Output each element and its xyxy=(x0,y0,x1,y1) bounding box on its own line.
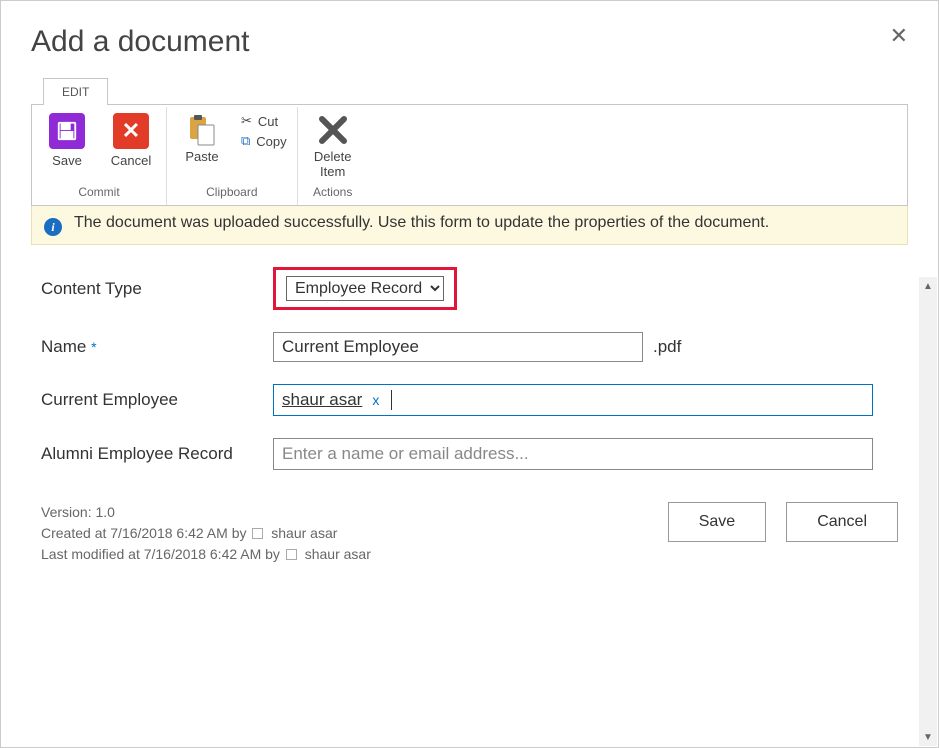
meta-created: Created at 7/16/2018 6:42 AM by shaur as… xyxy=(41,523,371,544)
copy-label: Copy xyxy=(256,134,286,149)
meta-modified-user: shaur asar xyxy=(305,546,371,562)
dialog-container: ✕ Add a document EDIT Save ✕ Cancel Comm… xyxy=(1,1,938,595)
people-tag: shaur asar xyxy=(282,390,362,410)
notification-text: The document was uploaded successfully. … xyxy=(74,214,769,232)
info-icon: i xyxy=(44,218,62,236)
required-asterisk: * xyxy=(91,339,96,355)
save-button[interactable]: Save xyxy=(42,113,92,168)
meta-version: Version: 1.0 xyxy=(41,502,371,523)
close-button[interactable]: ✕ xyxy=(890,23,908,49)
copy-button[interactable]: ⧉ Copy xyxy=(241,133,287,149)
footer-buttons: Save Cancel xyxy=(668,502,898,542)
user-presence-icon xyxy=(252,528,263,539)
cut-icon: ✂ xyxy=(241,113,252,129)
form-area: Content Type Employee Record Name * .pdf… xyxy=(31,245,908,502)
name-extension: .pdf xyxy=(653,337,681,357)
tab-edit[interactable]: EDIT xyxy=(43,78,108,105)
group-label-commit: Commit xyxy=(42,181,156,203)
label-current-employee: Current Employee xyxy=(41,390,273,410)
label-name: Name * xyxy=(41,337,273,357)
cancel-button[interactable]: ✕ Cancel xyxy=(106,113,156,168)
footer-save-button[interactable]: Save xyxy=(668,502,766,542)
delete-label-1: Delete xyxy=(314,149,352,164)
scroll-up-icon[interactable]: ▲ xyxy=(919,277,937,295)
paste-button[interactable]: Paste xyxy=(177,113,227,164)
meta-modified-prefix: Last modified at 7/16/2018 6:42 AM by xyxy=(41,546,280,562)
group-label-clipboard: Clipboard xyxy=(177,181,287,203)
label-alumni: Alumni Employee Record xyxy=(41,444,273,464)
user-presence-icon xyxy=(286,549,297,560)
ribbon-group-actions: Delete Item Actions xyxy=(298,107,368,205)
alumni-input[interactable]: Enter a name or email address... xyxy=(273,438,873,470)
label-content-type: Content Type xyxy=(41,279,273,299)
paste-label: Paste xyxy=(185,149,218,164)
dialog-title: Add a document xyxy=(31,25,908,59)
footer-cancel-button[interactable]: Cancel xyxy=(786,502,898,542)
row-content-type: Content Type Employee Record xyxy=(41,267,898,310)
group-label-actions: Actions xyxy=(308,181,358,203)
cancel-label: Cancel xyxy=(111,153,151,168)
alumni-placeholder: Enter a name or email address... xyxy=(282,444,529,464)
footer: Version: 1.0 Created at 7/16/2018 6:42 A… xyxy=(31,502,908,575)
delete-label-2: Item xyxy=(320,164,345,179)
content-type-select[interactable]: Employee Record xyxy=(286,276,444,301)
label-name-text: Name xyxy=(41,337,86,356)
copy-icon: ⧉ xyxy=(241,133,250,149)
meta-modified: Last modified at 7/16/2018 6:42 AM by sh… xyxy=(41,544,371,565)
cancel-icon: ✕ xyxy=(113,113,149,149)
delete-item-button[interactable]: Delete Item xyxy=(308,113,358,179)
current-employee-input[interactable]: shaur asar x xyxy=(273,384,873,416)
row-current-employee: Current Employee shaur asar x xyxy=(41,384,898,416)
row-name: Name * .pdf xyxy=(41,332,898,362)
ribbon-group-commit: Save ✕ Cancel Commit xyxy=(32,107,167,205)
save-label: Save xyxy=(52,153,82,168)
ribbon-group-clipboard: Paste ✂ Cut ⧉ Copy Clipboard xyxy=(167,107,298,205)
people-tag-remove[interactable]: x xyxy=(372,392,379,408)
row-alumni: Alumni Employee Record Enter a name or e… xyxy=(41,438,898,470)
ribbon-body: Save ✕ Cancel Commit Paste xyxy=(31,104,908,206)
cut-button[interactable]: ✂ Cut xyxy=(241,113,287,129)
notification-bar: i The document was uploaded successfully… xyxy=(31,205,908,245)
scroll-down-icon[interactable]: ▼ xyxy=(919,728,937,746)
name-input[interactable] xyxy=(273,332,643,362)
ribbon-tabs: EDIT xyxy=(43,77,908,104)
scrollbar[interactable]: ▲ ▼ xyxy=(919,277,937,746)
save-icon xyxy=(49,113,85,149)
delete-icon xyxy=(316,113,350,147)
content-type-highlight: Employee Record xyxy=(273,267,457,310)
meta-created-user: shaur asar xyxy=(271,525,337,541)
meta-block: Version: 1.0 Created at 7/16/2018 6:42 A… xyxy=(41,502,371,565)
people-cursor xyxy=(391,390,392,410)
paste-icon xyxy=(184,113,220,149)
meta-created-prefix: Created at 7/16/2018 6:42 AM by xyxy=(41,525,246,541)
cut-label: Cut xyxy=(258,114,278,129)
